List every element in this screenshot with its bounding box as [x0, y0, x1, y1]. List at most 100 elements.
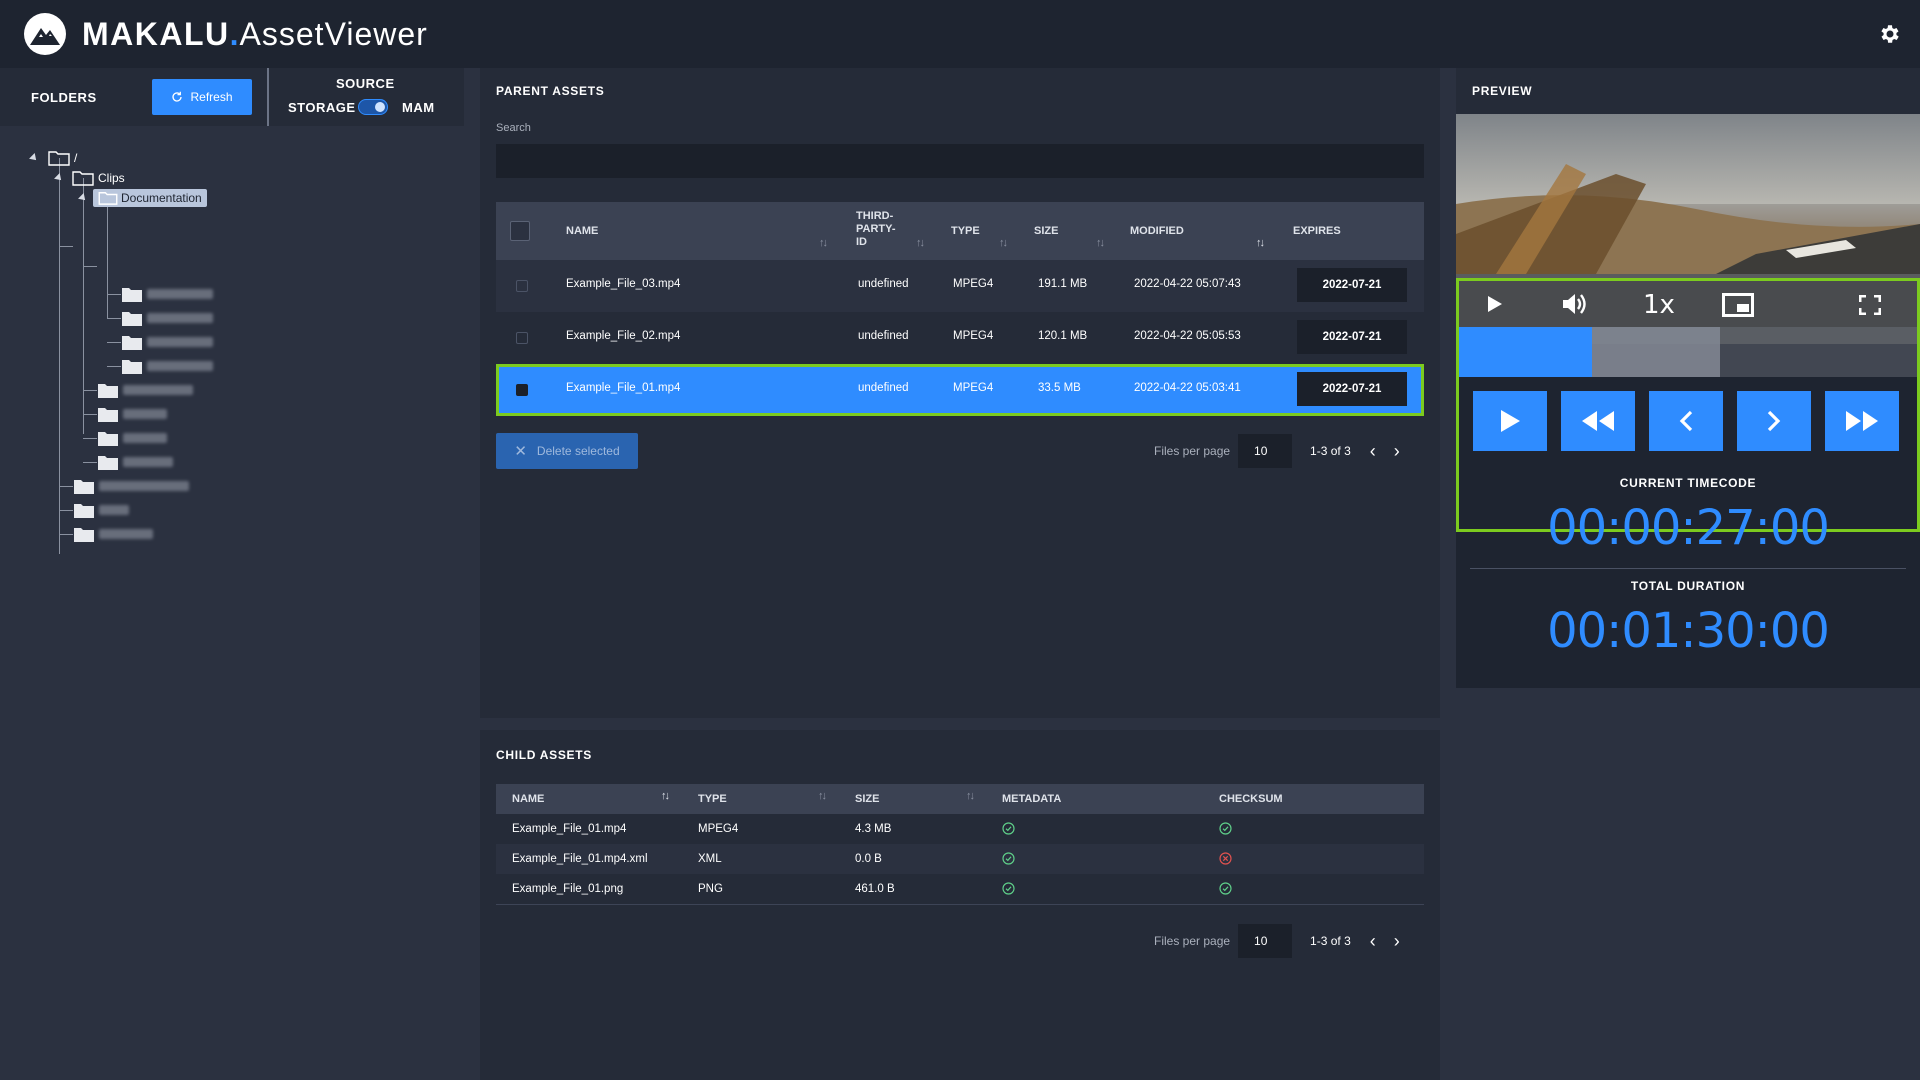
col-third-party-id[interactable]: THIRD- PARTY- ID [856, 210, 896, 249]
table-row[interactable]: Example_File_01.png PNG 461.0 B [496, 874, 1424, 904]
expand-arrow-icon[interactable] [54, 173, 64, 183]
check-circle-icon [1219, 822, 1232, 838]
col-checksum[interactable]: CHECKSUM [1219, 793, 1283, 805]
page-range: 1-3 of 3 [1310, 934, 1351, 948]
blurred-label [123, 457, 173, 467]
chevron-right-icon[interactable]: › [1394, 932, 1400, 950]
col-third-party-line: ID [856, 236, 867, 248]
cell-type: PNG [698, 883, 723, 895]
sort-icon[interactable]: ↑↓ [1096, 237, 1105, 249]
tree-node-blurred[interactable] [122, 284, 213, 304]
tree-line [59, 158, 60, 554]
refresh-button[interactable]: Refresh [152, 79, 252, 115]
tree-node-documentation[interactable]: Documentation [78, 188, 207, 208]
select-all-checkbox[interactable] [510, 221, 530, 241]
cell-expires[interactable]: 2022-07-21 [1297, 320, 1407, 354]
sort-icon[interactable]: ↑↓ [916, 237, 925, 249]
rewind-button[interactable] [1561, 391, 1635, 451]
tree-node-blurred[interactable] [122, 332, 213, 352]
seek-bar[interactable] [1459, 327, 1917, 377]
files-per-page-select[interactable]: 10 [1238, 434, 1293, 468]
col-name[interactable]: NAME [512, 793, 544, 805]
col-expires[interactable]: EXPIRES [1293, 225, 1341, 237]
child-assets-panel: CHILD ASSETS NAME ↑↓ TYPE ↑↓ SIZE ↑↓ MET… [480, 730, 1440, 1080]
table-row[interactable]: Example_File_02.mp4 undefined MPEG4 120.… [496, 312, 1424, 364]
tree-selected-node[interactable]: Documentation [93, 189, 207, 207]
tree-node-blurred[interactable] [98, 404, 167, 424]
step-forward-button[interactable] [1737, 391, 1811, 451]
col-type[interactable]: TYPE [951, 225, 980, 237]
search-input[interactable] [496, 144, 1424, 178]
delete-selected-button[interactable]: ✕ Delete selected [496, 433, 638, 469]
sort-active-icon[interactable]: ↑↓ [661, 790, 670, 802]
row-checkbox[interactable] [516, 332, 528, 344]
cell-expires[interactable]: 2022-07-21 [1297, 372, 1407, 406]
col-modified[interactable]: MODIFIED [1130, 225, 1184, 237]
fast-forward-button[interactable] [1825, 391, 1899, 451]
col-size[interactable]: SIZE [1034, 225, 1058, 237]
table-row[interactable]: Example_File_01.mp4.xml XML 0.0 B [496, 844, 1424, 874]
cell-size: 33.5 MB [1038, 382, 1081, 394]
tree-node-blurred[interactable] [74, 476, 189, 496]
playback-speed[interactable]: 1x [1643, 290, 1675, 320]
tree-node-blurred[interactable] [98, 452, 173, 472]
sort-icon[interactable]: ↑↓ [999, 237, 1008, 249]
tree-node-blurred[interactable] [74, 500, 129, 520]
table-row-selected[interactable]: Example_File_01.mp4 undefined MPEG4 33.5… [496, 364, 1424, 416]
row-checkbox[interactable] [516, 280, 528, 292]
chevron-left-icon [1679, 410, 1693, 432]
cell-size: 191.1 MB [1038, 278, 1088, 290]
tree-node-blurred[interactable] [122, 308, 213, 328]
tree-node-blurred[interactable] [98, 380, 193, 400]
sort-icon[interactable]: ↑↓ [819, 237, 828, 249]
col-metadata[interactable]: METADATA [1002, 793, 1061, 805]
col-third-party-line: PARTY- [856, 223, 896, 235]
row-checkbox[interactable] [516, 384, 528, 396]
source-label: SOURCE [336, 76, 395, 91]
expand-arrow-icon[interactable] [78, 193, 88, 203]
table-row[interactable]: Example_File_03.mp4 undefined MPEG4 191.… [496, 260, 1424, 312]
col-size[interactable]: SIZE [855, 793, 879, 805]
col-type[interactable]: TYPE [698, 793, 727, 805]
fullscreen-icon[interactable] [1859, 295, 1881, 315]
step-back-button[interactable] [1649, 391, 1723, 451]
tree-line [107, 366, 121, 367]
folder-icon [122, 359, 142, 374]
gear-icon[interactable] [1878, 22, 1902, 46]
cell-size: 4.3 MB [855, 823, 892, 835]
sort-active-icon[interactable]: ↑↓ [1256, 237, 1265, 249]
tree-node-clips[interactable]: Clips [54, 168, 125, 188]
chevron-right-icon[interactable]: › [1394, 442, 1400, 460]
sort-icon[interactable]: ↑↓ [966, 790, 975, 802]
tree-node-blurred[interactable] [122, 356, 213, 376]
play-button[interactable] [1473, 391, 1547, 451]
col-name[interactable]: NAME [566, 225, 598, 237]
tree-line [59, 534, 73, 535]
current-timecode-label: CURRENT TIMECODE [1619, 476, 1757, 490]
player-control-bar: 1x [1459, 281, 1917, 327]
volume-icon[interactable] [1561, 292, 1589, 316]
picture-in-picture-icon[interactable] [1722, 293, 1754, 317]
play-icon[interactable] [1487, 295, 1503, 313]
chevron-left-icon[interactable]: ‹ [1370, 442, 1376, 460]
blurred-label [147, 289, 213, 299]
chevron-left-icon[interactable]: ‹ [1370, 932, 1376, 950]
tree-node-root[interactable]: / [29, 148, 77, 168]
blurred-label [99, 505, 129, 515]
tree-node-blurred[interactable] [74, 524, 153, 544]
tree-node-blurred[interactable] [98, 428, 167, 448]
table-row[interactable]: Example_File_01.mp4 MPEG4 4.3 MB [496, 814, 1424, 844]
brand-dot: . [229, 15, 240, 52]
tree-line [83, 178, 84, 434]
source-toggle[interactable] [358, 99, 388, 115]
cell-modified: 2022-04-22 05:03:41 [1134, 382, 1241, 394]
expand-arrow-icon[interactable] [29, 153, 39, 163]
cell-expires[interactable]: 2022-07-21 [1297, 268, 1407, 302]
sort-icon[interactable]: ↑↓ [818, 790, 827, 802]
blurred-label [123, 433, 167, 443]
files-per-page-select[interactable]: 10 [1238, 924, 1293, 958]
cell-name: Example_File_03.mp4 [566, 278, 681, 290]
storage-label: STORAGE [288, 100, 356, 115]
error-circle-icon [1219, 852, 1232, 868]
tree-label-documentation: Documentation [121, 191, 202, 205]
